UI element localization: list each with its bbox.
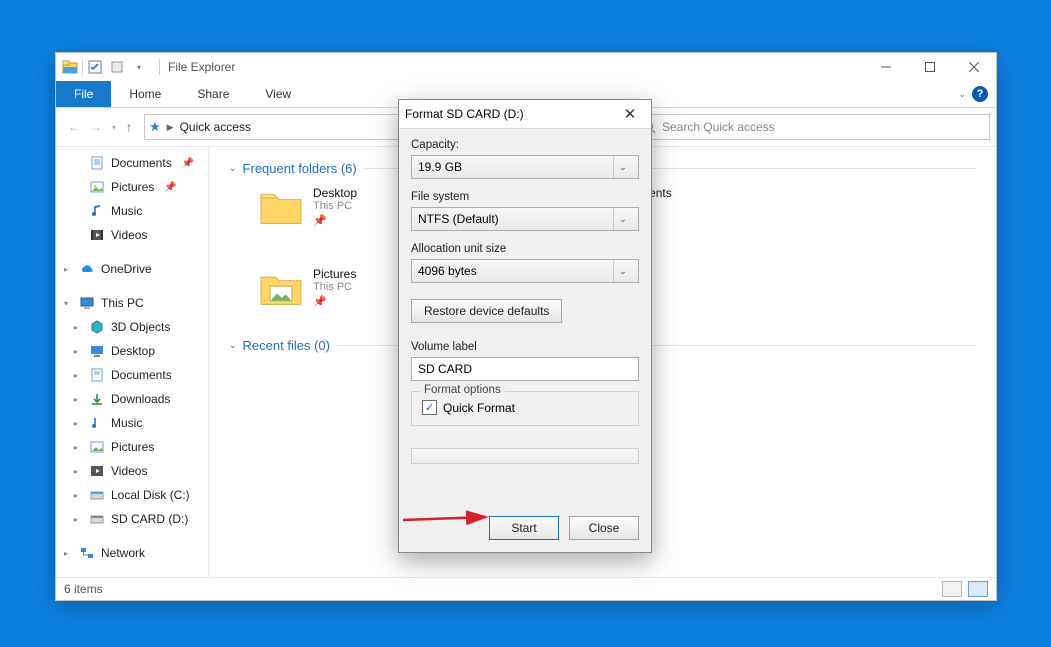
dialog-title: Format SD CARD (D:) [405,107,524,121]
new-folder-icon[interactable] [109,59,125,75]
folder-item-pictures[interactable]: PicturesThis PC📌 [259,267,357,308]
ribbon-expand-icon[interactable]: ⌄ [958,89,966,100]
chevron-down-icon: ⌄ [613,156,632,178]
minimize-button[interactable] [864,53,908,81]
allocation-label: Allocation unit size [411,243,639,255]
format-options-group: Format options ✓ Quick Format [411,391,639,426]
dialog-titlebar: Format SD CARD (D:) ✕ [399,100,651,129]
sidebar-item-3d-objects[interactable]: ▸3D Objects [58,315,206,339]
sidebar-item-documents[interactable]: Documents📌 [58,151,206,175]
format-options-label: Format options [420,384,505,396]
sidebar-item-sd-card[interactable]: ▸SD CARD (D:) [58,507,206,531]
allocation-select[interactable]: 4096 bytes⌄ [411,259,639,283]
sidebar-item-pictures[interactable]: Pictures📌 [58,175,206,199]
status-bar: 6 items [56,577,996,600]
volume-label-input[interactable]: SD CARD [411,357,639,381]
filesystem-select[interactable]: NTFS (Default)⌄ [411,207,639,231]
nav-up-icon[interactable]: ↑ [126,120,132,134]
sidebar-item-documents-pc[interactable]: ▸Documents [58,363,206,387]
status-item-count: 6 items [64,582,103,596]
chevron-down-icon: ⌄ [229,340,237,351]
search-placeholder: Search Quick access [662,120,775,134]
history-dropdown-icon[interactable]: ▾ [112,123,116,132]
folder-item-desktop[interactable]: DesktopThis PC📌 [259,186,357,227]
tab-home[interactable]: Home [111,81,179,107]
progress-bar [411,448,639,464]
tab-share[interactable]: Share [179,81,247,107]
chevron-right-icon: ▶ [167,122,174,133]
nav-back-icon[interactable]: ← [68,120,80,134]
chevron-down-icon: ⌄ [613,208,632,230]
folder-icon [259,187,303,227]
navigation-sidebar: Documents📌 Pictures📌 Music Videos ▸OneDr… [56,147,209,577]
volume-label-label: Volume label [411,341,639,353]
sidebar-item-this-pc[interactable]: ▾This PC [58,291,206,315]
close-format-button[interactable]: Close [569,516,639,540]
sidebar-item-pictures-pc[interactable]: ▸Pictures [58,435,206,459]
tab-view[interactable]: View [247,81,309,107]
format-dialog: Format SD CARD (D:) ✕ Capacity: 19.9 GB⌄… [398,99,652,553]
chevron-down-icon: ⌄ [229,163,237,174]
capacity-label: Capacity: [411,139,639,151]
start-button[interactable]: Start [489,516,559,540]
pin-icon: 📌 [313,295,356,308]
app-icon [62,59,78,75]
nav-forward-icon[interactable]: → [90,120,102,134]
sidebar-item-network[interactable]: ▸Network [58,541,206,565]
sidebar-item-onedrive[interactable]: ▸OneDrive [58,257,206,281]
folder-icon [259,268,303,308]
sidebar-item-music-pc[interactable]: ▸Music [58,411,206,435]
properties-icon[interactable] [87,59,103,75]
search-input[interactable]: Search Quick access [636,114,990,140]
sidebar-item-videos[interactable]: Videos [58,223,206,247]
window-title: File Explorer [168,60,235,74]
dialog-close-button[interactable]: ✕ [615,105,645,123]
checkbox-icon: ✓ [422,400,437,415]
filesystem-label: File system [411,191,639,203]
titlebar: ▾ File Explorer [56,53,996,81]
quick-access-toolbar: ▾ [87,59,147,75]
pin-icon: 📌 [313,214,357,227]
sidebar-item-desktop[interactable]: ▸Desktop [58,339,206,363]
quick-access-icon: ★ [149,119,161,135]
quick-format-checkbox[interactable]: ✓ Quick Format [422,400,628,415]
tab-file[interactable]: File [56,81,111,107]
capacity-select[interactable]: 19.9 GB⌄ [411,155,639,179]
qat-dropdown-icon[interactable]: ▾ [131,59,147,75]
maximize-button[interactable] [908,53,952,81]
restore-defaults-button[interactable]: Restore device defaults [411,299,562,323]
sidebar-item-music[interactable]: Music [58,199,206,223]
view-details-button[interactable] [942,581,962,597]
sidebar-item-downloads[interactable]: ▸Downloads [58,387,206,411]
breadcrumb[interactable]: Quick access [180,120,251,134]
chevron-down-icon: ⌄ [613,260,632,282]
pin-icon: 📌 [164,182,176,193]
pin-icon: 📌 [182,158,194,169]
sidebar-item-local-disk[interactable]: ▸Local Disk (C:) [58,483,206,507]
help-icon[interactable]: ? [972,86,988,102]
close-button[interactable] [952,53,996,81]
sidebar-item-videos-pc[interactable]: ▸Videos [58,459,206,483]
view-large-icons-button[interactable] [968,581,988,597]
